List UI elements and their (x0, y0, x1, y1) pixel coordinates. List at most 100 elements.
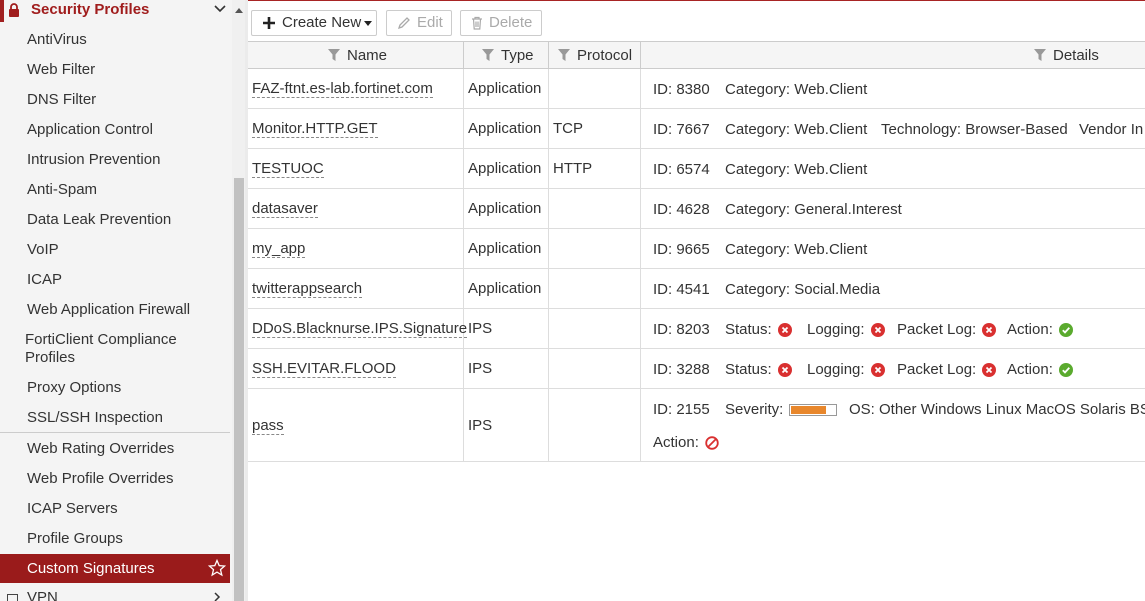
signature-name-link[interactable]: my_app (252, 240, 306, 258)
table-row[interactable]: FAZ-ftnt.es-lab.fortinet.com Application… (248, 69, 1145, 109)
scrollbar-thumb[interactable] (234, 178, 244, 601)
table-row[interactable]: TESTUOC Application HTTP ID: 6574 Catego… (248, 149, 1145, 189)
technology-value: Technology: Browser-Based (881, 121, 1068, 138)
signature-name-link[interactable]: TESTUOC (252, 160, 324, 178)
type-cell: IPS (464, 309, 549, 348)
column-header-protocol[interactable]: Protocol (549, 42, 641, 69)
id-value: ID: 7667 (653, 121, 710, 138)
plus-icon (263, 17, 275, 29)
status-field: Status: (725, 361, 792, 378)
sidebar-item-label: AntiVirus (27, 31, 87, 48)
column-header-details[interactable]: Details (641, 42, 1145, 69)
sidebar-item-vpn[interactable]: VPN (0, 588, 230, 601)
sidebar-divider (0, 432, 230, 433)
protocol-cell (549, 229, 641, 268)
error-x-icon (777, 322, 792, 337)
column-header-name[interactable]: Name (248, 42, 464, 69)
sidebar-item-label: ICAP Servers (27, 500, 118, 517)
vpn-icon (7, 594, 18, 601)
sidebar-item-label: Application Control (27, 121, 153, 138)
packet-log-label: Packet Log: (897, 361, 977, 378)
status-field: Status: (725, 321, 792, 338)
protocol-value: HTTP (553, 160, 593, 177)
type-value: Application (468, 160, 542, 177)
block-icon (705, 435, 719, 450)
create-new-button[interactable]: Create New (251, 10, 377, 36)
id-value: ID: 8380 (653, 81, 710, 98)
packet-log-field: Packet Log: (897, 321, 997, 338)
sidebar-item-label: Proxy Options (27, 379, 122, 396)
section-title: Security Profiles (31, 1, 150, 18)
logging-field: Logging: (807, 361, 885, 378)
signature-name-link[interactable]: twitterappsearch (252, 280, 363, 298)
sidebar-item-label: Web Filter (27, 61, 96, 78)
type-cell: IPS (464, 389, 549, 461)
type-value: Application (468, 80, 542, 97)
sidebar-item-custom-signatures[interactable]: Custom Signatures (0, 554, 230, 583)
chevron-down-icon[interactable] (214, 4, 226, 14)
details-cell: ID: 2155 Severity: OS: Other Windows Lin… (641, 389, 1145, 461)
table-row[interactable]: my_app Application ID: 9665 Category: We… (248, 229, 1145, 269)
name-cell: DDoS.Blacknurse.IPS.Signature (248, 309, 468, 348)
category-value: Category: Web.Client (725, 161, 868, 178)
name-cell: FAZ-ftnt.es-lab.fortinet.com (248, 69, 464, 108)
action-field: Action: (1007, 361, 1073, 378)
table-header: Name Type Protocol Details (248, 41, 1145, 69)
details-cell: ID: 9665 Category: Web.Client (641, 229, 1145, 268)
type-cell: IPS (464, 349, 549, 388)
signature-name-link[interactable]: DDoS.Blacknurse.IPS.Signature (252, 320, 468, 338)
protocol-cell: HTTP (549, 149, 641, 188)
signature-name-link[interactable]: datasaver (252, 200, 318, 218)
sidebar-item-label: DNS Filter (27, 91, 97, 108)
signature-name-link[interactable]: SSH.EVITAR.FLOOD (252, 360, 396, 378)
scroll-up-icon[interactable] (235, 7, 243, 13)
protocol-cell (549, 309, 641, 348)
edit-button[interactable]: Edit (386, 10, 452, 36)
filter-icon[interactable] (1034, 49, 1046, 61)
id-value: ID: 4628 (653, 201, 710, 218)
table-row[interactable]: DDoS.Blacknurse.IPS.Signature IPS ID: 82… (248, 309, 1145, 349)
column-label: Details (1053, 47, 1099, 64)
severity-label: Severity: (725, 401, 784, 418)
pencil-icon (397, 17, 410, 30)
sidebar-item-label: Intrusion Prevention (27, 151, 161, 168)
name-cell: Monitor.HTTP.GET (248, 109, 464, 148)
details-cell: ID: 3288 Status: Logging: Packet Log: Ac… (641, 349, 1145, 388)
check-icon (1058, 362, 1073, 377)
signature-name-link[interactable]: pass (252, 417, 284, 435)
table-row[interactable]: datasaver Application ID: 4628 Category:… (248, 189, 1145, 229)
details-cell: ID: 8203 Status: Logging: Packet Log: Ac… (641, 309, 1145, 348)
name-cell: twitterappsearch (248, 269, 464, 308)
type-value: Application (468, 200, 542, 217)
sidebar-scrollbar[interactable] (232, 0, 245, 601)
create-new-label: Create New (282, 14, 362, 31)
filter-icon[interactable] (558, 49, 570, 61)
table-row[interactable]: SSH.EVITAR.FLOOD IPS ID: 3288 Status: Lo… (248, 349, 1145, 389)
delete-button[interactable]: Delete (460, 10, 542, 36)
table-row[interactable]: Monitor.HTTP.GET Application TCP ID: 766… (248, 109, 1145, 149)
signature-name-link[interactable]: FAZ-ftnt.es-lab.fortinet.com (252, 80, 433, 98)
table-row[interactable]: twitterappsearch Application ID: 4541 Ca… (248, 269, 1145, 309)
error-x-icon (870, 362, 885, 377)
name-cell: SSH.EVITAR.FLOOD (248, 349, 464, 388)
action-label: Action: (1007, 321, 1053, 338)
details-cell: ID: 8380 Category: Web.Client (641, 69, 1145, 108)
column-header-type[interactable]: Type (464, 42, 549, 69)
action-label: Action: (1007, 361, 1053, 378)
details-cell: ID: 7667 Category: Web.Client Technology… (641, 109, 1145, 148)
column-label: Name (347, 47, 388, 64)
filter-icon[interactable] (328, 49, 340, 61)
table-row[interactable]: pass IPS ID: 2155 Severity: OS: Other Wi… (248, 389, 1145, 462)
signature-name-link[interactable]: Monitor.HTTP.GET (252, 120, 378, 138)
sidebar-item-label: VPN (27, 589, 58, 601)
filter-icon[interactable] (482, 49, 494, 61)
sidebar-item-label: Custom Signatures (27, 560, 155, 577)
section-security-profiles[interactable]: Security Profiles (0, 0, 230, 22)
details-cell: ID: 4541 Category: Social.Media (641, 269, 1145, 308)
vendor-value: Vendor In (1079, 121, 1144, 138)
os-value: OS: Other Windows Linux MacOS Solaris BS… (849, 401, 1145, 418)
status-label: Status: (725, 321, 772, 338)
star-icon[interactable] (208, 559, 226, 577)
sidebar-item-label: Web Profile Overrides (27, 470, 174, 487)
severity-meter (789, 403, 838, 416)
